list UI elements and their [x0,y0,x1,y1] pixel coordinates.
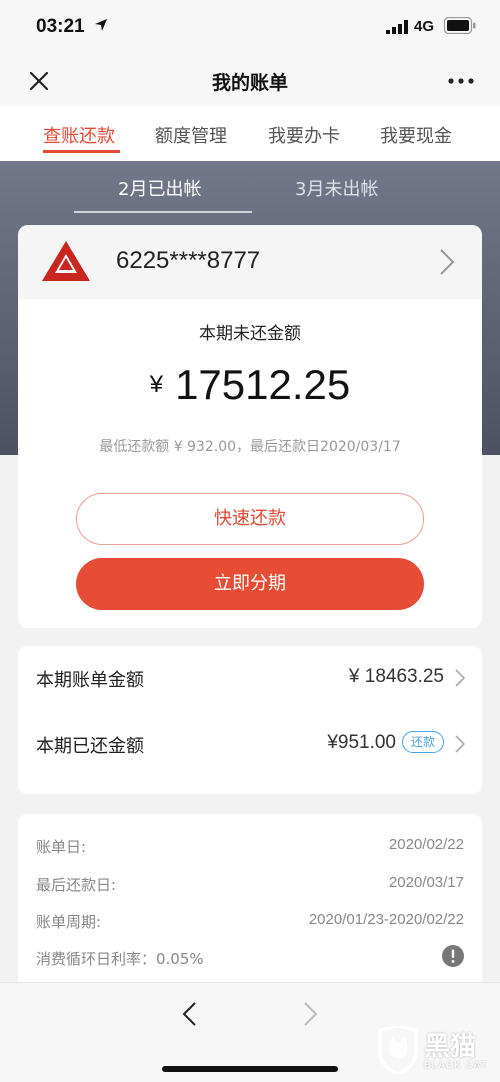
location-arrow-icon [95,19,107,31]
watermark-text: 黑猫 [424,1032,477,1062]
status-time: 03:21 [36,16,85,37]
cat-shield-icon [378,1026,418,1074]
tab-cash[interactable]: 我要现金 [380,122,452,148]
summary-card: 本期账单金额 ¥ 18463.25 本期已还金额 ¥951.00 还款 [18,646,482,794]
more-icon[interactable] [446,72,476,90]
paid-amount-label: 本期已还金额 [36,736,144,757]
chevron-right-icon [440,249,455,275]
bank-logo [42,241,90,281]
bill-details-card: 账单日: 2020/02/22 最后还款日: 2020/03/17 账单周期: … [18,814,482,989]
tab-apply-card[interactable]: 我要办卡 [268,122,340,148]
close-icon[interactable] [26,68,52,94]
nav-bar: 我的账单 [0,56,500,106]
detail-label: 账单周期: [36,913,102,931]
currency-symbol: ¥ [149,371,164,398]
repay-tag[interactable]: 还款 [401,731,444,753]
detail-value: 2020/02/22 [388,836,464,853]
paid-amount-row[interactable]: 本期已还金额 ¥951.00 还款 [18,712,482,776]
detail-value: 2020/03/17 [388,874,464,891]
info-icon[interactable] [442,945,464,967]
card-number: 6225****8777 [116,247,261,274]
unpaid-amount-value: 17512.25 [175,361,351,408]
quick-repay-button[interactable]: 快速还款 [76,493,424,545]
chevron-right-icon [455,735,466,753]
home-indicator [162,1066,338,1072]
bill-amount-label: 本期账单金额 [36,670,144,691]
month-tab-feb[interactable]: 2月已出帐 [118,175,201,201]
unpaid-label: 本期未还金额 [199,324,301,344]
min-payment-info: 最低还款额 ¥ 932.00，最后还款日2020/03/17 [99,439,401,455]
bill-amount-row[interactable]: 本期账单金额 ¥ 18463.25 [18,646,482,710]
page-title: 我的账单 [211,72,288,94]
active-month-indicator [74,211,252,213]
watermark: 黑猫 BLACK CAT [372,1022,496,1078]
chevron-right-icon [455,669,466,687]
watermark-subtext: BLACK CAT [424,1060,488,1071]
tab-repay[interactable]: 查账还款 [43,122,115,148]
tab-bar: 查账还款 额度管理 我要办卡 我要现金 [0,106,500,161]
detail-label: 最后还款日: [36,876,117,894]
forward-arrow-icon[interactable] [302,1001,320,1027]
detail-value: 2020/01/23-2020/02/22 [308,911,464,928]
bill-card: 6225****8777 本期未还金额 ¥17512.25 最低还款额 ¥ 93… [18,225,482,628]
paid-amount-value: ¥951.00 [327,732,396,753]
interest-rate-label: 消费循环日利率：0.05% [36,950,204,968]
battery-icon [444,17,476,34]
status-bar: 03:21 4G [0,0,500,56]
network-label: 4G [414,18,435,35]
card-selector[interactable]: 6225****8777 [18,225,482,299]
month-tab-mar[interactable]: 3月未出帐 [295,175,378,201]
bill-amount-value: ¥ 18463.25 [348,666,444,687]
detail-label: 账单日: [36,838,87,856]
tab-credit-limit[interactable]: 额度管理 [155,122,227,148]
back-arrow-icon[interactable] [180,1001,198,1027]
active-tab-indicator [43,150,120,153]
unpaid-amount: ¥17512.25 [18,361,482,409]
installment-button[interactable]: 立即分期 [76,558,424,610]
signal-icon [386,20,408,34]
